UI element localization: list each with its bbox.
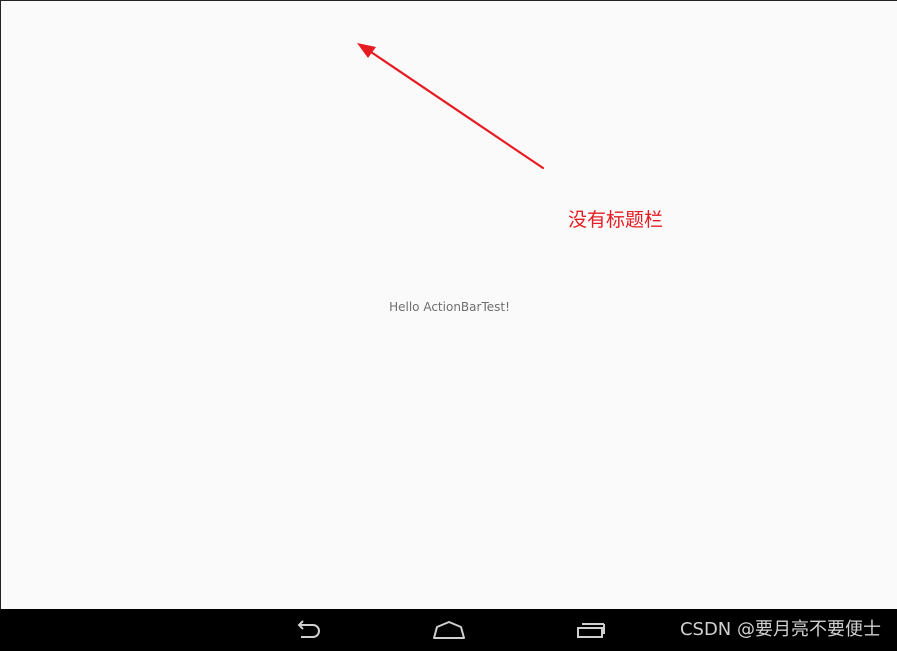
csdn-watermark: CSDN @要月亮不要便士 <box>679 619 881 640</box>
home-icon <box>433 621 465 639</box>
app-screen: 没有标题栏 Hello ActionBarTest! <box>0 0 897 609</box>
back-icon <box>297 620 320 638</box>
recent-apps-icon <box>577 623 605 638</box>
recent-apps-button[interactable] <box>561 609 621 651</box>
home-button[interactable] <box>419 609 479 651</box>
back-button[interactable] <box>277 609 337 651</box>
annotation-label: 没有标题栏 <box>568 209 664 231</box>
navigation-bar: CSDN @要月亮不要便士 <box>0 609 897 651</box>
hello-text: Hello ActionBarTest! <box>389 300 510 314</box>
